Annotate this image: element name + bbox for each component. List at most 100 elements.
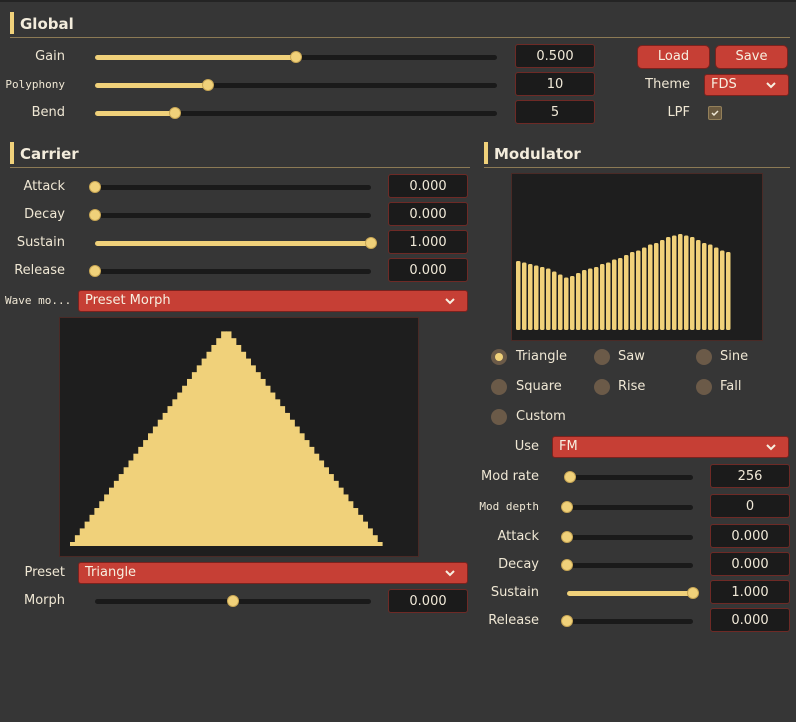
preset-dropdown[interactable]: Triangle [78, 562, 468, 584]
chevron-down-icon [766, 82, 776, 89]
polyphony-value[interactable]: 10 [515, 72, 595, 96]
gain-slider-knob[interactable] [290, 51, 302, 63]
mod-sustain-knob[interactable] [687, 587, 699, 599]
mod-attack-knob[interactable] [561, 531, 573, 543]
radio-square[interactable] [491, 379, 507, 395]
carrier-attack-slider[interactable] [89, 180, 371, 194]
bend-slider[interactable] [95, 106, 497, 120]
mod-attack-label: Attack [497, 529, 539, 544]
preset-label: Preset [24, 565, 65, 580]
polyphony-label: Polyphony [5, 78, 65, 91]
use-label: Use [514, 439, 539, 454]
radio-triangle[interactable] [491, 349, 507, 365]
morph-slider[interactable] [95, 594, 371, 608]
morph-label: Morph [23, 593, 65, 608]
polyphony-slider[interactable] [95, 78, 497, 92]
carrier-section-header: Carrier [10, 142, 470, 168]
theme-dropdown-value: FDS [711, 77, 737, 92]
carrier-attack-label: Attack [23, 179, 65, 194]
gain-value[interactable]: 0.500 [515, 44, 595, 68]
carrier-decay-knob[interactable] [89, 209, 101, 221]
modulator-section-header: Modulator [484, 142, 790, 168]
carrier-attack-value[interactable]: 0.000 [388, 174, 468, 198]
mod-sustain-value[interactable]: 1.000 [710, 580, 790, 604]
radio-fall[interactable] [696, 379, 712, 395]
mod-decay-value[interactable]: 0.000 [710, 552, 790, 576]
gain-slider[interactable] [95, 50, 497, 64]
wave-mode-dropdown-value: Preset Morph [85, 293, 171, 308]
use-dropdown-value: FM [559, 439, 578, 454]
mod-rate-value[interactable]: 256 [710, 464, 790, 488]
carrier-waveform-display[interactable] [59, 317, 419, 557]
carrier-sustain-slider[interactable] [95, 236, 377, 250]
radio-fall-label: Fall [720, 379, 742, 394]
wave-mode-dropdown[interactable]: Preset Morph [78, 290, 468, 312]
radio-saw-label: Saw [618, 349, 645, 364]
bend-label: Bend [31, 105, 65, 120]
polyphony-slider-knob[interactable] [201, 79, 214, 91]
theme-label: Theme [645, 77, 690, 92]
radio-custom[interactable] [491, 409, 507, 425]
carrier-release-value[interactable]: 0.000 [388, 258, 468, 282]
modulator-waveform-display[interactable] [511, 173, 763, 341]
mod-attack-slider[interactable] [561, 530, 693, 544]
load-button[interactable]: Load [637, 45, 710, 69]
radio-custom-label: Custom [516, 409, 566, 424]
mod-depth-slider[interactable] [561, 500, 693, 514]
carrier-decay-value[interactable]: 0.000 [388, 202, 468, 226]
carrier-decay-slider[interactable] [89, 208, 371, 222]
carrier-release-knob[interactable] [89, 265, 101, 277]
radio-triangle-label: Triangle [516, 349, 568, 364]
carrier-release-slider[interactable] [89, 264, 371, 278]
mod-depth-label: Mod depth [479, 500, 539, 513]
carrier-sustain-knob[interactable] [365, 237, 377, 249]
radio-sine-label: Sine [720, 349, 749, 364]
preset-dropdown-value: Triangle [85, 565, 137, 580]
mod-sustain-label: Sustain [490, 585, 539, 600]
mod-sustain-slider[interactable] [567, 586, 699, 600]
mod-attack-value[interactable]: 0.000 [710, 524, 790, 548]
morph-slider-knob[interactable] [227, 595, 239, 607]
modulator-title: Modulator [494, 145, 581, 163]
mod-rate-label: Mod rate [481, 469, 539, 484]
mod-release-value[interactable]: 0.000 [710, 608, 790, 632]
mod-decay-label: Decay [498, 557, 539, 572]
chevron-down-icon [445, 298, 455, 305]
use-dropdown[interactable]: FM [552, 436, 789, 458]
carrier-attack-knob[interactable] [89, 181, 101, 193]
mod-release-slider[interactable] [561, 614, 693, 628]
theme-dropdown[interactable]: FDS [704, 74, 789, 96]
bend-value[interactable]: 5 [515, 100, 595, 124]
carrier-title: Carrier [20, 145, 79, 163]
mod-depth-value[interactable]: 0 [710, 494, 790, 518]
global-section-header: Global [10, 12, 790, 38]
radio-rise-label: Rise [618, 379, 646, 394]
top-border [0, 0, 796, 2]
chevron-down-icon [766, 444, 776, 451]
radio-saw[interactable] [594, 349, 610, 365]
wave-mode-label: Wave mo... [5, 294, 72, 307]
carrier-release-label: Release [14, 263, 65, 278]
radio-sine[interactable] [696, 349, 712, 365]
mod-release-label: Release [488, 613, 539, 628]
bend-slider-knob[interactable] [169, 107, 182, 119]
mod-release-knob[interactable] [561, 615, 573, 627]
carrier-waveform-plot [70, 331, 383, 546]
carrier-decay-label: Decay [24, 207, 65, 222]
save-button[interactable]: Save [715, 45, 788, 69]
morph-value[interactable]: 0.000 [388, 589, 468, 613]
radio-square-label: Square [516, 379, 562, 394]
lpf-checkbox[interactable] [708, 106, 722, 120]
mod-rate-slider-knob[interactable] [563, 471, 576, 483]
radio-rise[interactable] [594, 379, 610, 395]
mod-rate-slider[interactable] [563, 470, 693, 484]
global-title: Global [20, 15, 74, 33]
mod-decay-knob[interactable] [561, 559, 573, 571]
mod-depth-slider-knob[interactable] [561, 501, 573, 513]
carrier-sustain-value[interactable]: 1.000 [388, 230, 468, 254]
lpf-label: LPF [667, 105, 690, 120]
gain-label: Gain [35, 49, 65, 64]
chevron-down-icon [445, 570, 455, 577]
checkmark-icon [711, 110, 719, 117]
mod-decay-slider[interactable] [561, 558, 693, 572]
